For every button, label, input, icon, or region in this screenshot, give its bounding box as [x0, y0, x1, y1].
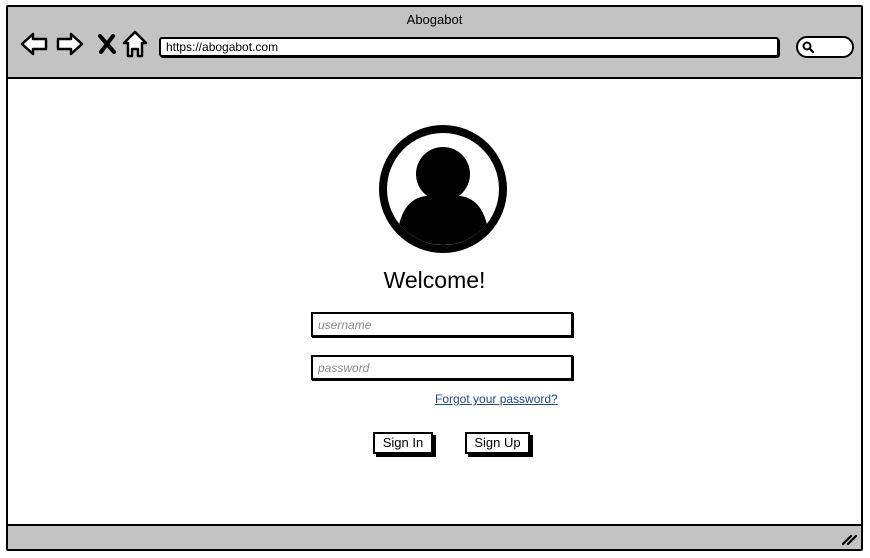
close-x-icon [98, 34, 116, 54]
forgot-password-link[interactable]: Forgot your password? [435, 392, 558, 406]
search-icon [802, 41, 815, 54]
back-button[interactable] [19, 29, 49, 59]
welcome-heading: Welcome! [383, 267, 486, 293]
home-button[interactable] [120, 29, 150, 59]
resize-grip-icon[interactable] [841, 530, 857, 546]
url-bar[interactable]: https://abogabot.com [159, 37, 779, 57]
search-button[interactable] [796, 36, 854, 58]
user-avatar-icon [379, 125, 507, 253]
window-title: Abogabot [406, 12, 463, 27]
forward-button[interactable] [55, 29, 85, 59]
username-field[interactable] [311, 312, 573, 337]
password-input[interactable] [313, 357, 571, 378]
username-input[interactable] [313, 314, 571, 335]
browser-window: Abogabot https://abogabot.com Welcome! u… [6, 5, 863, 551]
status-bar [8, 524, 861, 549]
stop-button[interactable] [92, 29, 122, 59]
back-arrow-icon [20, 32, 48, 56]
forward-arrow-icon [56, 32, 84, 56]
sign-in-button[interactable]: Sign In [373, 432, 433, 454]
password-field[interactable] [311, 355, 573, 380]
browser-toolbar: Abogabot https://abogabot.com [8, 7, 861, 79]
sign-up-button[interactable]: Sign Up [465, 432, 530, 454]
login-page: Welcome! Forgot your password? Sign In S… [8, 79, 861, 526]
home-icon [122, 30, 148, 58]
